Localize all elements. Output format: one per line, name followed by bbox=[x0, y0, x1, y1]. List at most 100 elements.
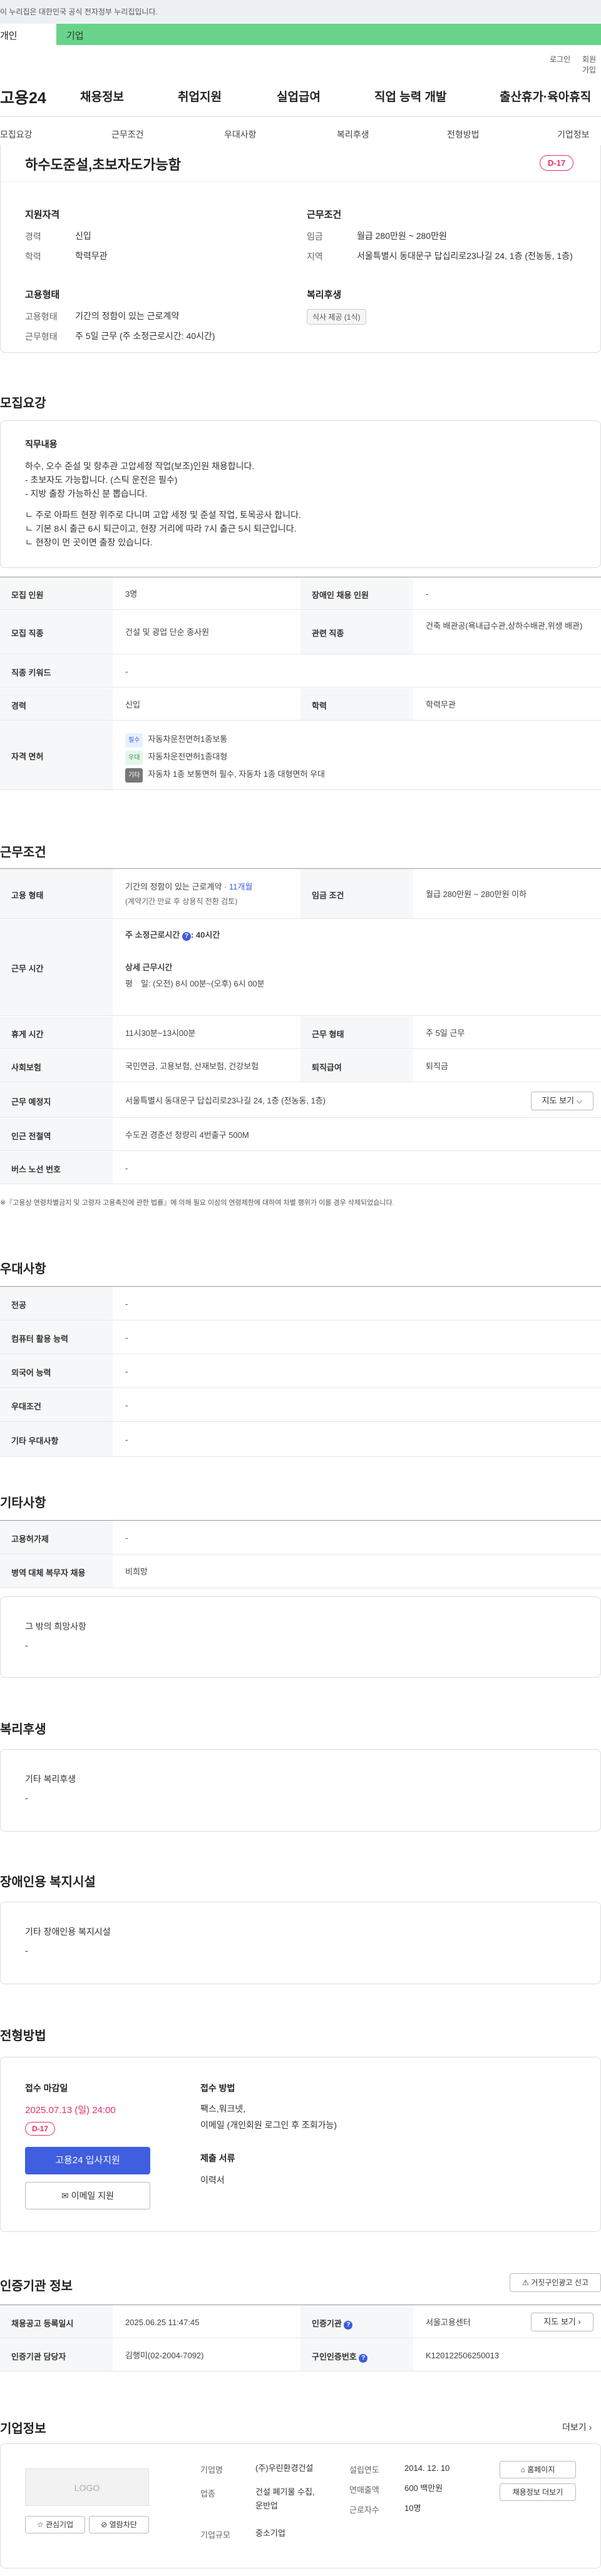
cond-title: 근무조건 bbox=[307, 210, 342, 220]
anchor-welfare[interactable]: 복리후생 bbox=[337, 128, 369, 141]
company-name-value: (주)우린환경건설 bbox=[255, 2463, 314, 2473]
info-icon[interactable]: ? bbox=[182, 932, 191, 941]
docs-value: 이력서 bbox=[200, 2175, 225, 2185]
row-label: 병역 대체 복무자 채용 bbox=[11, 1568, 86, 1578]
row-value: - bbox=[125, 1333, 128, 1342]
agency-map-button[interactable]: 지도 보기 › bbox=[531, 2313, 593, 2331]
row-value: 비희망 bbox=[125, 1567, 148, 1576]
tab-personal[interactable]: 개인 bbox=[0, 24, 56, 45]
site-logo[interactable]: 고용24 bbox=[0, 86, 46, 108]
company-name-label: 기업명 bbox=[200, 2465, 223, 2475]
row-label: 컴퓨터 활용 능력 bbox=[11, 1334, 68, 1344]
siren-icon: ⚠ bbox=[522, 2278, 529, 2287]
row-label: 근무 시간 bbox=[11, 964, 44, 973]
duty-line: - 초보자도 가능합니다. (스틱 운전은 필수) bbox=[25, 475, 178, 485]
anchor-conditions[interactable]: 근무조건 bbox=[111, 128, 144, 141]
row-label: 임금 조건 bbox=[312, 891, 344, 900]
row-label: 구인인증번호 ? bbox=[312, 2350, 368, 2363]
gnb-job-info[interactable]: 채용정보 bbox=[80, 88, 124, 104]
report-fake-ad-button[interactable]: ⚠ 거짓구인광고 신고 bbox=[510, 2273, 601, 2292]
duty-title: 직무내용 bbox=[25, 439, 58, 449]
table-row: 휴게 시간 11시30분~13시00분 근무 형태 주 5일 근무 bbox=[0, 1017, 601, 1049]
company-jobs-button[interactable]: 채용정보 더보기 bbox=[500, 2483, 576, 2501]
other-wishes-title: 그 밖의 희망사항 bbox=[25, 1621, 86, 1631]
duty-line: ㄴ 기본 8시 출근 6시 퇴근이고, 현장 거리에 따라 7시 출근 5시 퇴… bbox=[25, 524, 297, 534]
disabled-facility-box-title: 기타 장애인용 복지시설 bbox=[25, 1927, 111, 1937]
info-icon[interactable]: ? bbox=[344, 2321, 353, 2330]
row-value: 월급 280만원 ~ 280만원 이하 bbox=[426, 890, 527, 899]
age-discrimination-note: ※『고용상 연령차별금지 및 고령자 고용촉진에 관한 법률』에 의해 필요 이… bbox=[0, 1199, 394, 1207]
email-apply-button[interactable]: ✉ 이메일 지원 bbox=[25, 2182, 150, 2209]
row-value: 서울특별시 동대문구 답십리로23나길 24, 1층 (전농동, 1층) bbox=[125, 1096, 326, 1105]
tab-company[interactable]: 기업 bbox=[56, 24, 601, 45]
company-more-link[interactable]: 더보기 › bbox=[562, 2421, 592, 2433]
section-agency-title: 인증기관 정보 bbox=[0, 2279, 73, 2293]
table-row: 근무 예정지 서울특별시 동대문구 답십리로23나길 24, 1층 (전농동, … bbox=[0, 1083, 601, 1118]
gov-banner-text: 이 누리집은 대한민국 공식 전자정부 누리집입니다. bbox=[0, 8, 158, 16]
license-item: 우대 자동차운전면허1종대형 bbox=[125, 750, 227, 765]
row-label: 전공 bbox=[11, 1301, 26, 1310]
section-work-title: 근무조건 bbox=[0, 846, 46, 860]
anchor-process[interactable]: 전형방법 bbox=[447, 128, 480, 141]
chevron-right-icon: › bbox=[588, 2422, 592, 2432]
block-view-button[interactable]: ⊘ 열람차단 bbox=[89, 2516, 149, 2533]
anchor-recruit[interactable]: 모집요강 bbox=[0, 128, 33, 141]
row-label: 근무 예정지 bbox=[11, 1097, 51, 1107]
gnb-vocational-training[interactable]: 직업 능력 개발 bbox=[374, 88, 446, 104]
homepage-button[interactable]: ⌂ 홈페이지 bbox=[500, 2461, 576, 2478]
license-name: 자동차운전면허1종보통 bbox=[148, 734, 228, 744]
license-item: 기타 자동차 1종 보통면허 필수, 자동차 1종 대형면허 우대 bbox=[125, 768, 325, 783]
section-welfare-title: 복리후생 bbox=[0, 1723, 46, 1737]
company-est-label: 설립연도 bbox=[349, 2465, 379, 2475]
apply-button[interactable]: 고용24 입사지원 bbox=[25, 2147, 150, 2174]
company-sales-label: 연매출액 bbox=[349, 2485, 379, 2495]
login-link[interactable]: 로그인 bbox=[550, 54, 570, 64]
row-value: - bbox=[125, 1367, 128, 1376]
dday-badge: D-17 bbox=[540, 155, 574, 171]
favorite-company-button[interactable]: ☆ 관심기업 bbox=[25, 2516, 85, 2533]
other-wishes-box bbox=[0, 1596, 601, 1678]
email-apply-label: 이메일 지원 bbox=[71, 2191, 114, 2201]
agency-map-label: 지도 보기 bbox=[543, 2317, 576, 2326]
table-row: 고용허가제 - bbox=[0, 1521, 601, 1554]
gnb-employment-support[interactable]: 취업지원 bbox=[178, 88, 222, 104]
row-label: 직종 키워드 bbox=[11, 668, 51, 677]
gnb-unemployment-benefit[interactable]: 실업급여 bbox=[277, 88, 321, 104]
std-hours-value: 40시간 bbox=[195, 930, 220, 940]
company-logo: LOGO bbox=[25, 2468, 149, 2506]
row-value: - bbox=[125, 1401, 128, 1410]
row-value: 3명 bbox=[125, 589, 138, 599]
row-label: 기타 우대사항 bbox=[11, 1436, 59, 1446]
anchor-company[interactable]: 기업정보 bbox=[557, 128, 590, 141]
block-label: 열람차단 bbox=[109, 2520, 137, 2529]
row-value: 김행미(02-2004-7092) bbox=[125, 2351, 204, 2360]
duty-line: ㄴ 주로 아파트 현장 위주로 다니며 고압 세정 및 준설 작업, 토목공사 … bbox=[25, 510, 301, 520]
info-icon[interactable]: ? bbox=[359, 2354, 368, 2363]
std-hours-label: 주 소정근로시간 bbox=[125, 930, 180, 940]
disabled-facility-box bbox=[0, 1902, 601, 1984]
table-row: 자격 면허 필수 자동차운전면허1종보통 우대 자동차운전면허1종대형 기타 자동차 … bbox=[0, 721, 601, 790]
row-label: 고용 형태 bbox=[11, 891, 44, 900]
std-hours: 주 소정근로시간 ?: 40시간 bbox=[125, 930, 220, 941]
table-row: 기타 우대사항 - bbox=[0, 1422, 601, 1457]
job-title: 하수도준설,초보자도가능함 bbox=[25, 157, 181, 173]
company-size-label: 기업규모 bbox=[200, 2530, 230, 2540]
map-button[interactable]: 지도 보기 ⌵ bbox=[531, 1092, 593, 1110]
row-value: 수도권 경춘선 청량리 4번출구 500M bbox=[125, 1130, 249, 1140]
favorite-label: 관심기업 bbox=[45, 2520, 74, 2529]
company-size-value: 중소기업 bbox=[255, 2528, 285, 2538]
row-label: 우대조건 bbox=[11, 1402, 41, 1411]
license-item: 필수 자동차운전면허1종보통 bbox=[125, 733, 227, 748]
gnb-parental-leave[interactable]: 출산휴가·육아휴직 bbox=[500, 88, 591, 104]
signup-link[interactable]: 회원가입 bbox=[582, 54, 601, 75]
star-icon: ☆ bbox=[36, 2520, 44, 2529]
anchor-preferences[interactable]: 우대사항 bbox=[224, 128, 257, 141]
table-row: 경력 신입 학력 학력무관 bbox=[0, 688, 601, 721]
method-line: 이메일 (개인회원 로그인 후 조회가능) bbox=[200, 2120, 337, 2130]
qual-title: 지원자격 bbox=[25, 210, 60, 220]
row-label: 인증기관 ? bbox=[312, 2317, 353, 2330]
emp-period: 11개월 bbox=[229, 882, 253, 891]
org-label: 인증기관 bbox=[312, 2319, 342, 2328]
id-label: 구인인증번호 bbox=[312, 2352, 357, 2361]
section-etc-title: 기타사항 bbox=[0, 1496, 46, 1510]
